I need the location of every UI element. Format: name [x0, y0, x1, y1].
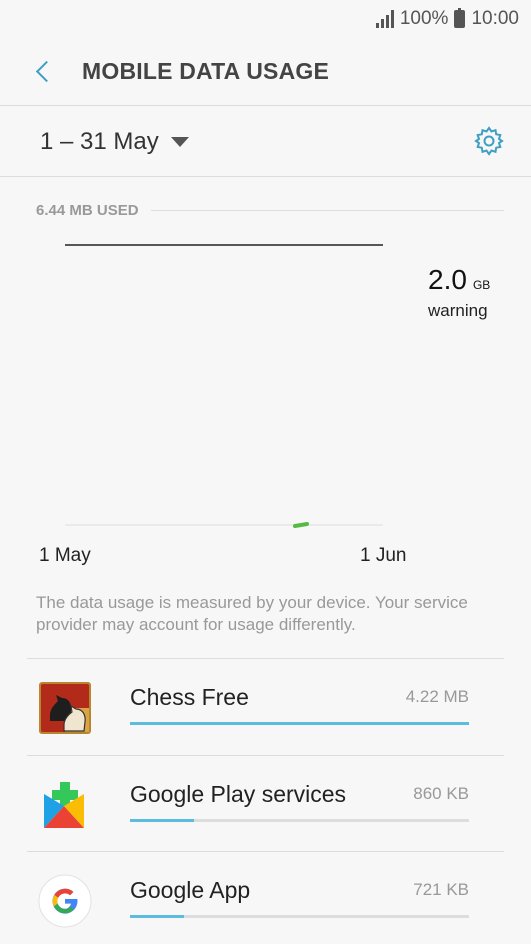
warning-limit-value: 2.0 GB: [428, 264, 490, 296]
app-row-google-app[interactable]: Google App 721 KB: [0, 852, 531, 944]
app-data-size: 860 KB: [413, 784, 469, 803]
usage-bar-fill: [130, 819, 195, 822]
measurement-note: The data usage is measured by your devic…: [36, 593, 468, 634]
usage-line: [293, 522, 309, 528]
status-bar: 100% 10:00: [0, 0, 531, 38]
app-bar: MOBILE DATA USAGE: [0, 38, 531, 106]
limit-unit: GB: [472, 278, 491, 292]
page-title: MOBILE DATA USAGE: [82, 58, 330, 84]
clock: 10:00: [471, 8, 519, 29]
period-label: 1 – 31 May: [40, 127, 159, 155]
usage-bar: [130, 819, 469, 822]
app-name: Google Play services: [130, 781, 347, 807]
period-bar: 1 – 31 May: [0, 107, 531, 177]
usage-bar: [130, 915, 469, 918]
app-data-size: 4.22 MB: [405, 687, 469, 706]
period-dropdown[interactable]: 1 – 31 May: [40, 128, 189, 156]
dropdown-arrow-icon: [170, 136, 189, 147]
limit-number: 2.0: [428, 264, 467, 295]
used-divider: [150, 210, 504, 211]
axis-end-label: 1 Jun: [360, 545, 407, 566]
app-data-size: 721 KB: [413, 880, 469, 899]
back-button[interactable]: [30, 58, 58, 86]
usage-bar: [130, 722, 469, 725]
google-play-services-icon: [44, 782, 84, 828]
app-name: Chess Free: [130, 684, 249, 710]
usage-summary: 6.44 MB USED: [36, 202, 504, 219]
usage-bar-fill: [130, 915, 185, 918]
app-row-google-play-services[interactable]: Google Play services 860 KB: [0, 756, 531, 852]
battery-percent: 100%: [399, 8, 449, 29]
used-amount-label: 6.44 MB USED: [36, 202, 139, 219]
usage-bar-fill: [130, 722, 469, 725]
app-row-chess-free[interactable]: Chess Free 4.22 MB: [0, 659, 531, 755]
google-g-icon: [38, 874, 92, 928]
settings-gear-icon[interactable]: [473, 125, 505, 157]
app-name: Google App: [130, 877, 251, 903]
signal-icon: [375, 10, 394, 28]
axis-start-label: 1 May: [39, 545, 91, 566]
battery-icon: [454, 8, 466, 28]
chess-knight-icon: [39, 682, 91, 734]
warning-limit-label: warning: [428, 301, 488, 320]
